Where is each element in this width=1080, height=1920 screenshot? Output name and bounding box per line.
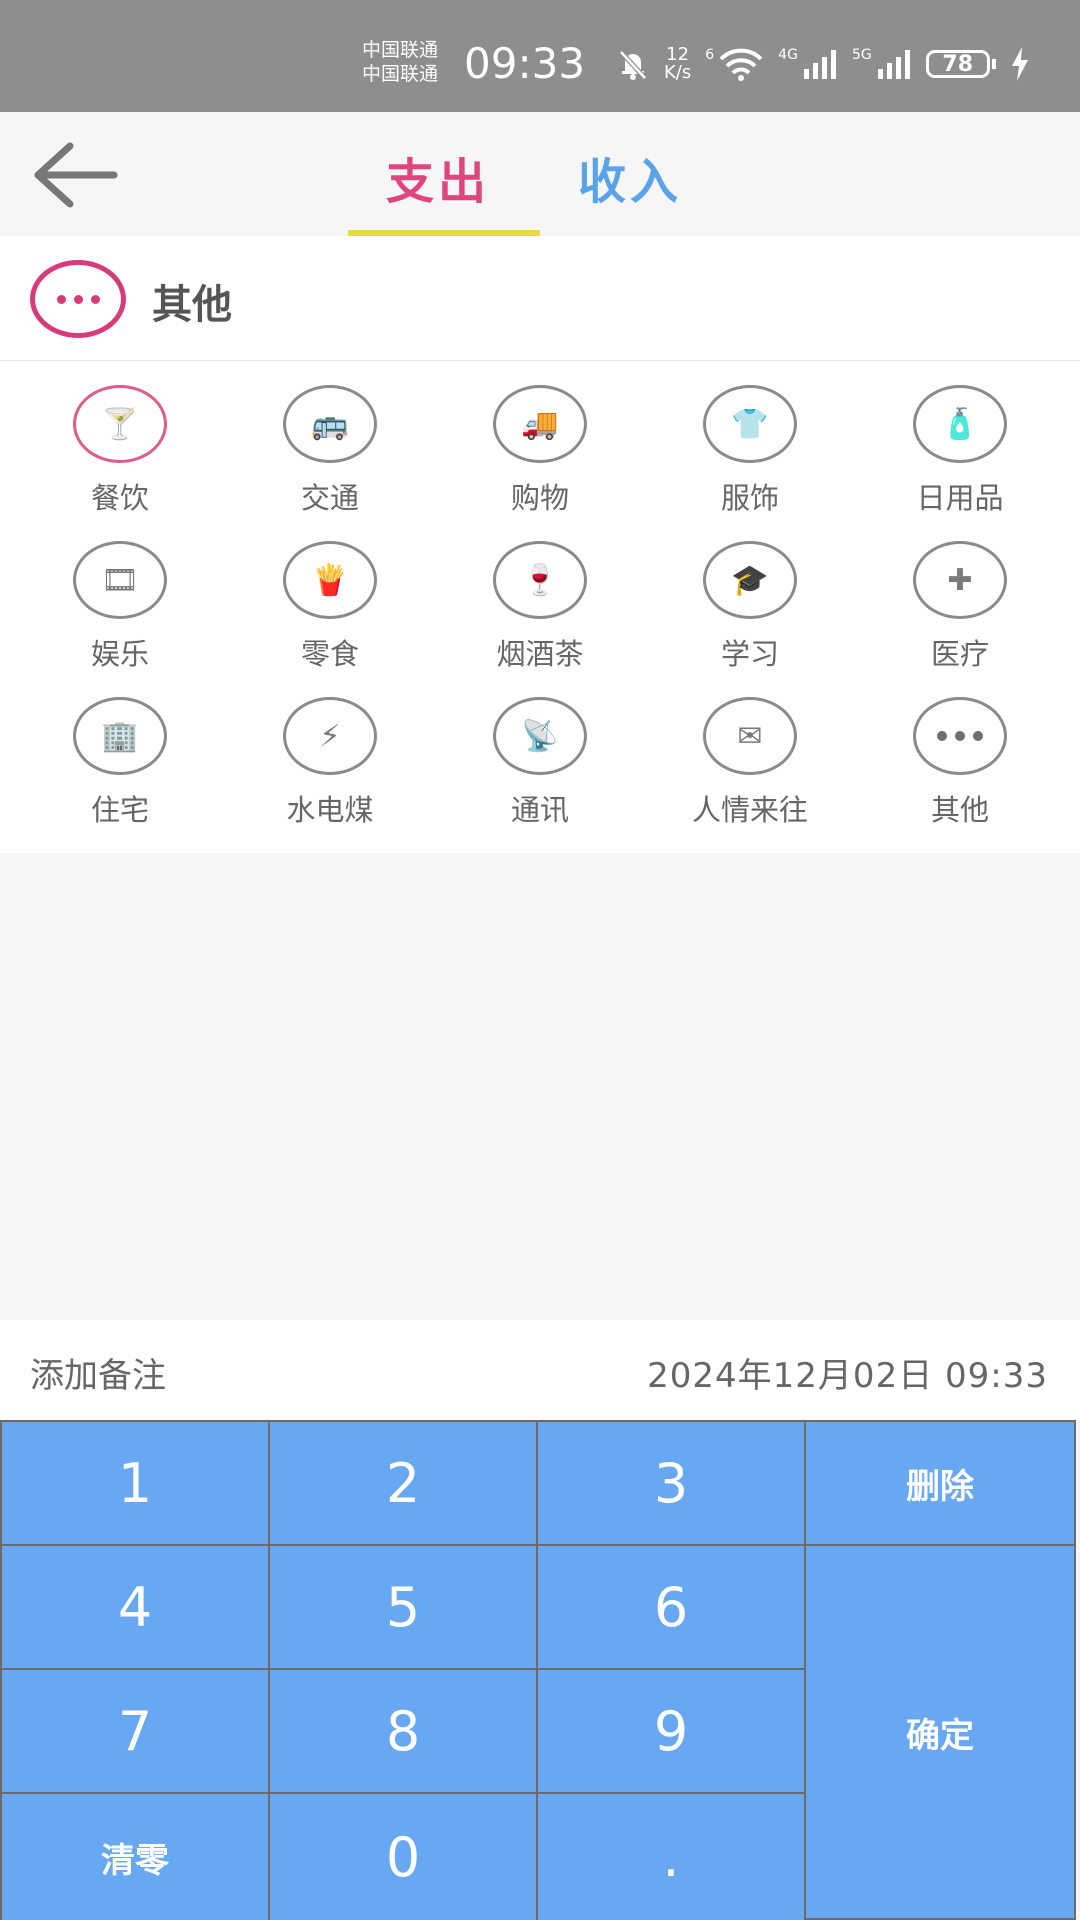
network-4g-label: 4G [778, 47, 798, 63]
arrow-left-icon [34, 142, 118, 208]
signal-5g-icon [877, 50, 910, 79]
building-icon: 🏢 [73, 697, 167, 775]
medical-kit-icon: ✚ [913, 541, 1007, 619]
category-item-social-gifts[interactable]: ✉ 人情来往 [642, 673, 858, 829]
mute-bell-icon [619, 50, 647, 80]
category-grid: 🍸 餐饮 🚌 交通 🚚 购物 👕 服饰 🧴 日用品 🎞 娱乐 🍟 零食 🍷 烟酒… [0, 361, 1080, 853]
category-item-utilities[interactable]: ⚡ 水电煤 [222, 673, 438, 829]
more-icon [30, 260, 126, 338]
battery-icon: 78 [925, 50, 990, 78]
note-date-bar: 添加备注 2024年12月02日 09:33 [0, 1320, 1080, 1420]
selected-category-label: 其他 [152, 282, 232, 328]
category-label: 零食 [300, 637, 359, 671]
category-item-study[interactable]: 🎓 学习 [642, 517, 858, 673]
key-7[interactable]: 7 [2, 1670, 268, 1792]
category-label: 餐饮 [90, 481, 149, 515]
key-3[interactable]: 3 [538, 1422, 804, 1544]
category-label: 购物 [510, 481, 569, 515]
film-reel-icon: 🎞 [73, 541, 167, 619]
status-clock: 09:33 [464, 39, 586, 88]
delete-button[interactable]: 删除 [806, 1422, 1074, 1544]
category-label: 烟酒茶 [496, 637, 584, 671]
number-keypad: 1 2 3 删除 4 5 6 确定 7 8 9 清零 0 . [0, 1420, 1076, 1920]
category-label: 其他 [930, 793, 989, 827]
selected-category: 其他 [0, 236, 1080, 361]
tab-income[interactable]: 收入 [578, 142, 682, 212]
category-item-shopping[interactable]: 🚚 购物 [432, 361, 648, 517]
key-1[interactable]: 1 [2, 1422, 268, 1544]
tshirt-icon: 👕 [703, 385, 797, 463]
category-item-communication[interactable]: 📡 通讯 [432, 673, 648, 829]
back-button[interactable] [30, 140, 120, 210]
fries-icon: 🍟 [283, 541, 377, 619]
envelope-icon: ✉ [703, 697, 797, 775]
battery-level: 78 [942, 51, 974, 77]
category-item-entertainment[interactable]: 🎞 娱乐 [12, 517, 228, 673]
key-5[interactable]: 5 [270, 1546, 536, 1668]
category-item-clothing[interactable]: 👕 服饰 [642, 361, 858, 517]
category-item-housing[interactable]: 🏢 住宅 [12, 673, 228, 829]
category-item-tobacco-wine-tea[interactable]: 🍷 烟酒茶 [432, 517, 648, 673]
key-0[interactable]: 0 [270, 1794, 536, 1920]
key-6[interactable]: 6 [538, 1546, 804, 1668]
key-dot[interactable]: . [538, 1794, 804, 1920]
wifi-icon [719, 48, 763, 81]
category-item-medical[interactable]: ✚ 医疗 [852, 517, 1068, 673]
category-item-daily-goods[interactable]: 🧴 日用品 [852, 361, 1068, 517]
charging-icon [1011, 47, 1028, 81]
tab-expense[interactable]: 支出 [386, 142, 490, 212]
net-speed: 12 K/s [664, 44, 692, 83]
category-label: 日用品 [916, 481, 1004, 515]
category-label: 服饰 [720, 481, 779, 515]
category-label: 人情来往 [691, 793, 808, 827]
category-item-dining[interactable]: 🍸 餐饮 [12, 361, 228, 517]
category-label: 水电煤 [286, 793, 374, 827]
status-bar: 中国联通 中国联通 09:33 12 K/s 6 4G 5G 78 [0, 0, 1080, 112]
clear-button[interactable]: 清零 [2, 1794, 268, 1920]
truck-icon: 🚚 [493, 385, 587, 463]
category-label: 通讯 [510, 793, 569, 827]
category-item-snacks[interactable]: 🍟 零食 [222, 517, 438, 673]
key-8[interactable]: 8 [270, 1670, 536, 1792]
category-label: 娱乐 [90, 637, 149, 671]
key-4[interactable]: 4 [2, 1546, 268, 1668]
wifi-label: 6 [705, 47, 715, 63]
status-icons: 12 K/s 6 4G 5G 78 [616, 40, 1030, 88]
key-2[interactable]: 2 [270, 1422, 536, 1544]
antenna-icon: 📡 [493, 697, 587, 775]
signal-4g-icon [803, 50, 836, 79]
more-icon [913, 697, 1007, 775]
app-header: 支出 收入 [0, 112, 1080, 236]
dining-icon: 🍸 [73, 385, 167, 463]
utility-icon: ⚡ [283, 697, 377, 775]
confirm-button[interactable]: 确定 [806, 1546, 1074, 1918]
battery-cap [991, 59, 996, 69]
category-label: 住宅 [90, 793, 149, 827]
category-label: 学习 [720, 637, 779, 671]
carrier-2: 中国联通 [362, 63, 439, 85]
bus-icon: 🚌 [283, 385, 377, 463]
key-9[interactable]: 9 [538, 1670, 804, 1792]
toiletries-icon: 🧴 [913, 385, 1007, 463]
carrier-1: 中国联通 [362, 39, 439, 61]
network-5g-label: 5G [851, 47, 872, 63]
category-item-other[interactable]: 其他 [852, 673, 1068, 829]
category-label: 医疗 [930, 637, 989, 671]
graduation-cap-icon: 🎓 [703, 541, 797, 619]
category-item-transport[interactable]: 🚌 交通 [222, 361, 438, 517]
date-picker[interactable]: 2024年12月02日 09:33 [647, 1348, 1048, 1397]
wine-icon: 🍷 [493, 541, 587, 619]
carrier-names: 中国联通 中国联通 [362, 38, 438, 86]
add-note-button[interactable]: 添加备注 [30, 1348, 166, 1397]
category-label: 交通 [300, 481, 359, 515]
